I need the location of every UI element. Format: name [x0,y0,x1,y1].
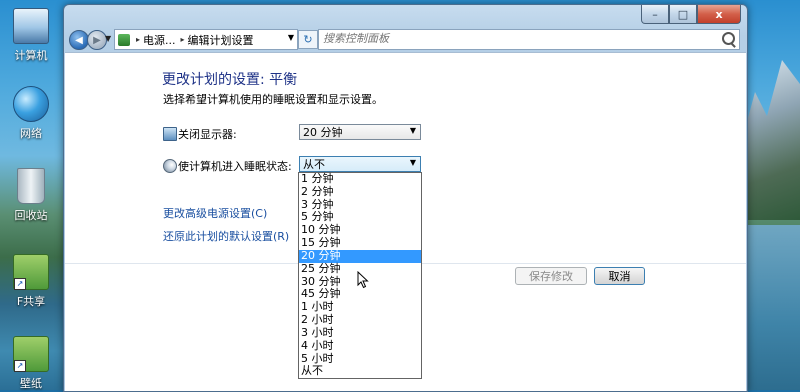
forward-button[interactable]: ▶ [87,30,107,50]
control-panel-icon [118,33,130,46]
breadcrumb-edit-plan[interactable]: 编辑计划设置 [188,32,254,48]
sleep-select[interactable]: 从不 ▼ [299,156,421,172]
desktop-icon-label: 网络 [20,127,42,140]
sleep-option[interactable]: 3 小时 [299,326,421,340]
sleep-icon [163,159,177,173]
cancel-button[interactable]: 取消 [594,267,645,285]
search-input[interactable] [319,30,723,47]
breadcrumb-power-options[interactable]: 电源... [143,32,176,48]
desktop-icon-label: F共享 [16,295,46,308]
display-off-label: 关闭显示器: [178,128,237,141]
sleep-value: 从不 [303,158,325,171]
minimize-button[interactable]: – [641,5,669,24]
sleep-option[interactable]: 2 分钟 [299,185,421,199]
address-bar[interactable]: ▸ 电源... ▸ 编辑计划设置 ▼ [114,29,298,50]
desktop-icon-label: 计算机 [14,49,48,62]
sleep-option[interactable]: 2 小时 [299,313,421,327]
sleep-option[interactable]: 4 小时 [299,339,421,353]
search-box[interactable] [318,29,740,50]
sleep-label: 使计算机进入睡眠状态: [178,160,292,173]
page-title: 更改计划的设置: 平衡 [162,72,298,88]
maximize-button[interactable]: □ [669,5,697,24]
chevron-down-icon: ▼ [409,126,416,135]
chevron-right-icon[interactable]: ▸ [136,35,140,44]
desktop-icon-label: 壁纸 [20,377,42,390]
desktop-icon-network[interactable]: 网络 [4,86,58,141]
recycle-bin-icon [17,168,45,204]
desktop-icon-share[interactable]: F共享 [4,254,58,309]
chevron-right-icon[interactable]: ▸ [181,35,185,44]
save-button[interactable]: 保存修改 [515,267,587,285]
navigation-bar: ◀ ▶ ▼ ▸ 电源... ▸ 编辑计划设置 ▼ ↻ [68,29,743,51]
sleep-option[interactable]: 1 分钟 [299,172,421,186]
wallpaper-lake [740,225,800,390]
advanced-power-settings-link[interactable]: 更改高级电源设置(C) [163,205,267,221]
search-icon[interactable] [722,32,735,45]
restore-defaults-link[interactable]: 还原此计划的默认设置(R) [163,228,289,244]
back-button[interactable]: ◀ [69,30,89,50]
mouse-cursor-icon [354,258,369,289]
chevron-down-icon[interactable]: ▼ [288,33,294,42]
chevron-down-icon: ▼ [409,158,416,167]
monitor-icon [163,127,177,141]
page-description: 选择希望计算机使用的睡眠设置和显示设置。 [163,93,383,106]
shortcut-arrow-icon: ↗ [14,360,26,372]
close-button[interactable]: x [697,5,741,24]
refresh-button[interactable]: ↻ [298,30,318,49]
display-off-select[interactable]: 20 分钟 ▼ [299,124,421,140]
caption-buttons: – □ x [641,5,741,25]
desktop-icon-computer[interactable]: 计算机 [4,8,58,63]
shortcut-arrow-icon: ↗ [14,278,26,290]
desktop-icon-wallpaper[interactable]: 壁纸 [4,336,58,391]
network-icon [13,86,49,122]
recent-pages-dropdown-icon[interactable]: ▼ [105,34,111,43]
desktop-icon-recycle-bin[interactable]: 回收站 [4,168,58,223]
display-off-value: 20 分钟 [303,126,343,139]
desktop-icon-label: 回收站 [14,209,48,222]
sleep-option[interactable]: 从不 [299,365,421,378]
computer-icon [13,8,49,44]
